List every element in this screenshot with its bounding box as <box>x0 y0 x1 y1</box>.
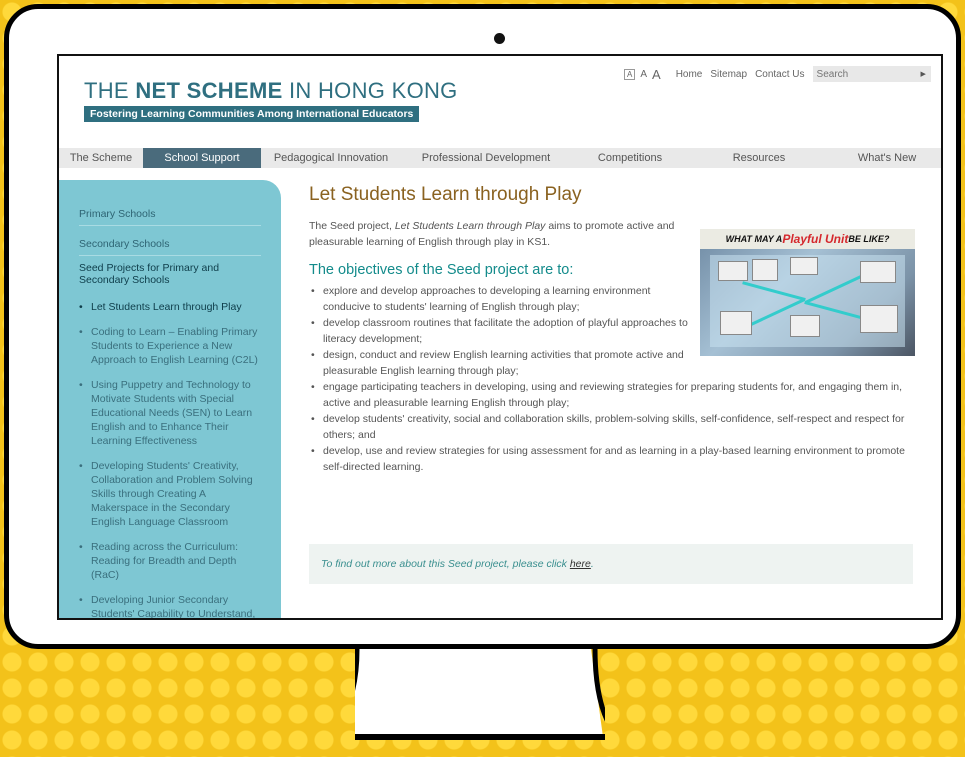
site-logo[interactable]: THE NET SCHEME IN HONG KONG Fostering Le… <box>84 78 458 122</box>
seed-item-reading-across-curriculum[interactable]: Reading across the Curriculum: Reading f… <box>79 540 261 582</box>
font-medium-button[interactable]: A <box>640 69 647 80</box>
seed-item-makerspace[interactable]: Developing Students' Creativity, Collabo… <box>79 459 261 529</box>
objective-item: engage participating teachers in develop… <box>309 380 919 411</box>
seed-item-puppetry[interactable]: Using Puppetry and Technology to Motivat… <box>79 378 261 448</box>
page-title: Let Students Learn through Play <box>309 184 582 205</box>
find-out-more-box: To find out more about this Seed project… <box>309 544 913 584</box>
main-nav: The Scheme School Support Pedagogical In… <box>59 148 941 168</box>
monitor-frame: THE NET SCHEME IN HONG KONG Fostering Le… <box>4 4 961 649</box>
search-input[interactable] <box>812 68 921 80</box>
nav-pedagogical-innovation[interactable]: Pedagogical Innovation <box>261 148 401 168</box>
nav-the-scheme[interactable]: The Scheme <box>59 148 143 168</box>
objective-item: develop, use and review strategies for u… <box>309 444 919 475</box>
objective-item: explore and develop approaches to develo… <box>309 284 698 315</box>
nav-resources[interactable]: Resources <box>689 148 829 168</box>
sidebar-primary-schools[interactable]: Primary Schools <box>79 202 261 226</box>
site-subtitle: Fostering Learning Communities Among Int… <box>84 106 420 122</box>
objective-item: develop students' creativity, social and… <box>309 412 919 443</box>
monitor-stand <box>355 649 605 744</box>
seed-item-junior-secondary[interactable]: Developing Junior Secondary Students' Ca… <box>79 593 261 618</box>
screen: THE NET SCHEME IN HONG KONG Fostering Le… <box>57 54 943 620</box>
nav-school-support[interactable]: School Support <box>143 148 261 168</box>
nav-professional-development[interactable]: Professional Development <box>401 148 571 168</box>
objective-item: develop classroom routines that facilita… <box>309 316 698 347</box>
sidebar-secondary-schools[interactable]: Secondary Schools <box>79 232 261 256</box>
photo-title: WHAT MAY A Playful Unit BE LIKE? <box>700 229 915 249</box>
contact-link[interactable]: Contact Us <box>755 69 804 80</box>
intro-text: The Seed project, Let Students Learn thr… <box>309 220 675 248</box>
nav-whats-new[interactable]: What's New <box>829 148 941 168</box>
sidebar: Primary Schools Secondary Schools Seed P… <box>59 180 281 618</box>
font-small-button[interactable]: A <box>624 68 636 80</box>
search-go-icon[interactable]: ▶ <box>921 70 926 78</box>
font-large-button[interactable]: A <box>652 67 661 82</box>
objective-item: design, conduct and review English learn… <box>309 348 698 379</box>
utility-bar: A A A Home Sitemap Contact Us ▶ <box>624 66 931 82</box>
camera-dot <box>494 33 505 44</box>
site-title: THE NET SCHEME IN HONG KONG <box>84 78 458 103</box>
nav-competitions[interactable]: Competitions <box>571 148 689 168</box>
home-link[interactable]: Home <box>676 69 703 80</box>
seed-project-list: Let Students Learn through Play Coding t… <box>59 300 281 618</box>
sitemap-link[interactable]: Sitemap <box>710 69 747 80</box>
playful-unit-photo: WHAT MAY A Playful Unit BE LIKE? <box>700 229 915 356</box>
search-box: ▶ <box>812 66 931 82</box>
photo-board <box>710 255 905 347</box>
seed-item-learn-through-play[interactable]: Let Students Learn through Play <box>79 300 261 314</box>
seed-item-coding-to-learn[interactable]: Coding to Learn – Enabling Primary Stude… <box>79 325 261 367</box>
sidebar-seed-projects[interactable]: Seed Projects for Primary and Secondary … <box>79 256 261 290</box>
here-link[interactable]: here <box>570 558 591 570</box>
font-size-controls: A A A <box>624 67 666 82</box>
